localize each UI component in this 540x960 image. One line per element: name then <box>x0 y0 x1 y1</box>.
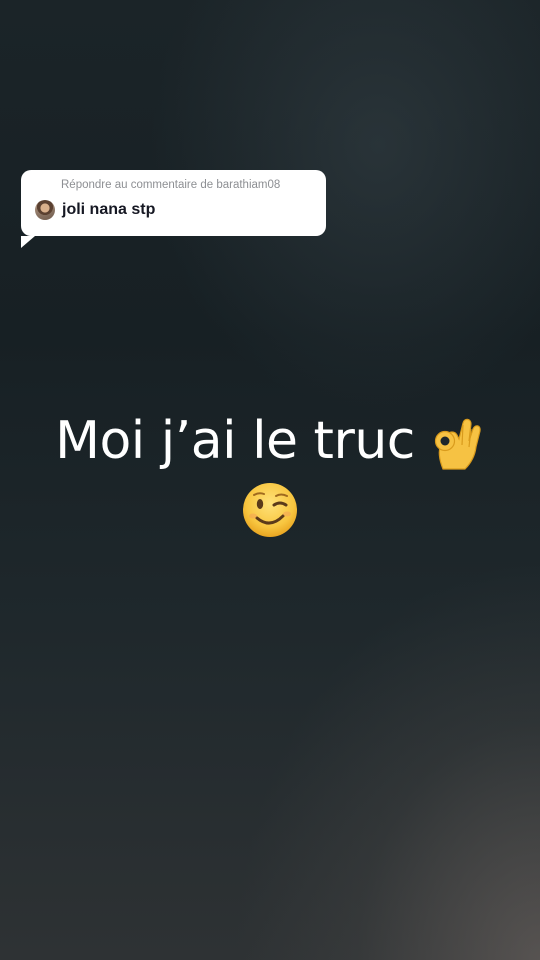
caption-line1: Moi j’ai le truc <box>55 405 485 477</box>
ok-hand-icon <box>434 418 481 470</box>
bubble-tail <box>21 236 35 248</box>
video-caption: Moi j’ai le truc <box>0 405 540 539</box>
comment-text: joli nana stp <box>62 201 156 218</box>
reply-comment-bubble[interactable]: Répondre au commentaire de barathiam08 j… <box>21 170 326 248</box>
caption-line2 <box>0 481 540 539</box>
winking-face-icon <box>243 483 297 537</box>
reply-label: Répondre au commentaire de barathiam08 <box>61 179 281 191</box>
comment-row: joli nana stp <box>35 200 155 220</box>
avatar <box>35 200 55 220</box>
caption-text: Moi j’ai le truc <box>55 411 415 471</box>
